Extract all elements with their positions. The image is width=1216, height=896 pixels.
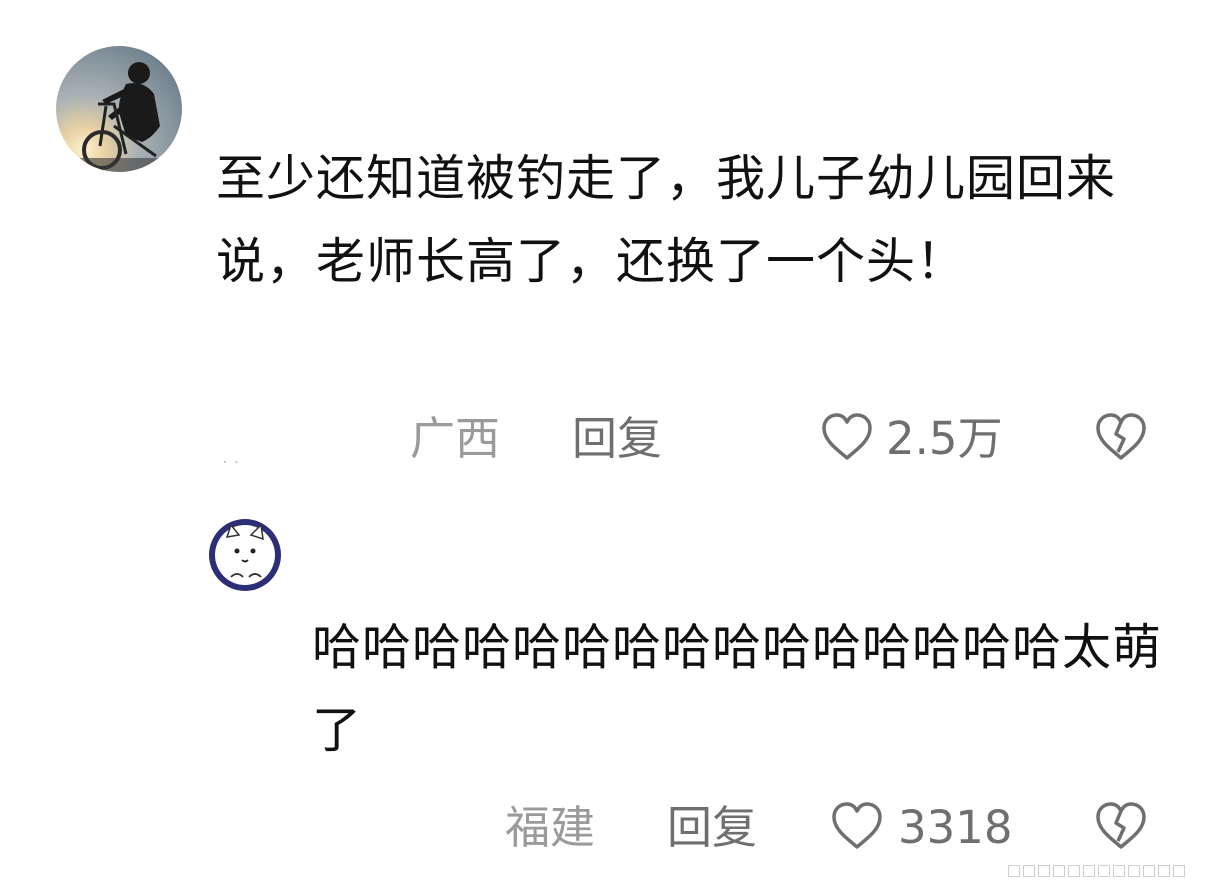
artifact-dots: · · <box>222 452 240 473</box>
broken-heart-icon[interactable] <box>1094 801 1148 851</box>
reply-button[interactable]: 回复 <box>572 411 662 467</box>
user-avatar[interactable] <box>56 46 182 172</box>
comment-text: 哈哈哈哈哈哈哈哈哈哈哈哈哈哈哈太萌了 <box>312 619 1163 759</box>
avatar-silhouette-image <box>56 46 182 172</box>
watermark <box>1008 862 1208 882</box>
comment-location: 广西 <box>410 412 501 465</box>
like-count: 3318 <box>898 801 1013 854</box>
heart-outline-icon[interactable] <box>820 412 874 462</box>
user-avatar[interactable] <box>209 519 281 591</box>
reply-button[interactable]: 回复 <box>667 800 757 856</box>
like-count: 2.5万 <box>886 412 1003 465</box>
comment-location: 福建 <box>505 801 596 854</box>
heart-outline-icon[interactable] <box>830 801 884 851</box>
comment-text: 至少还知道被钓走了，我儿子幼儿园回来说，老师长高了，还换了一个头！ <box>216 150 1117 290</box>
avatar-cartoon-image <box>209 519 281 591</box>
broken-heart-icon[interactable] <box>1094 412 1148 462</box>
